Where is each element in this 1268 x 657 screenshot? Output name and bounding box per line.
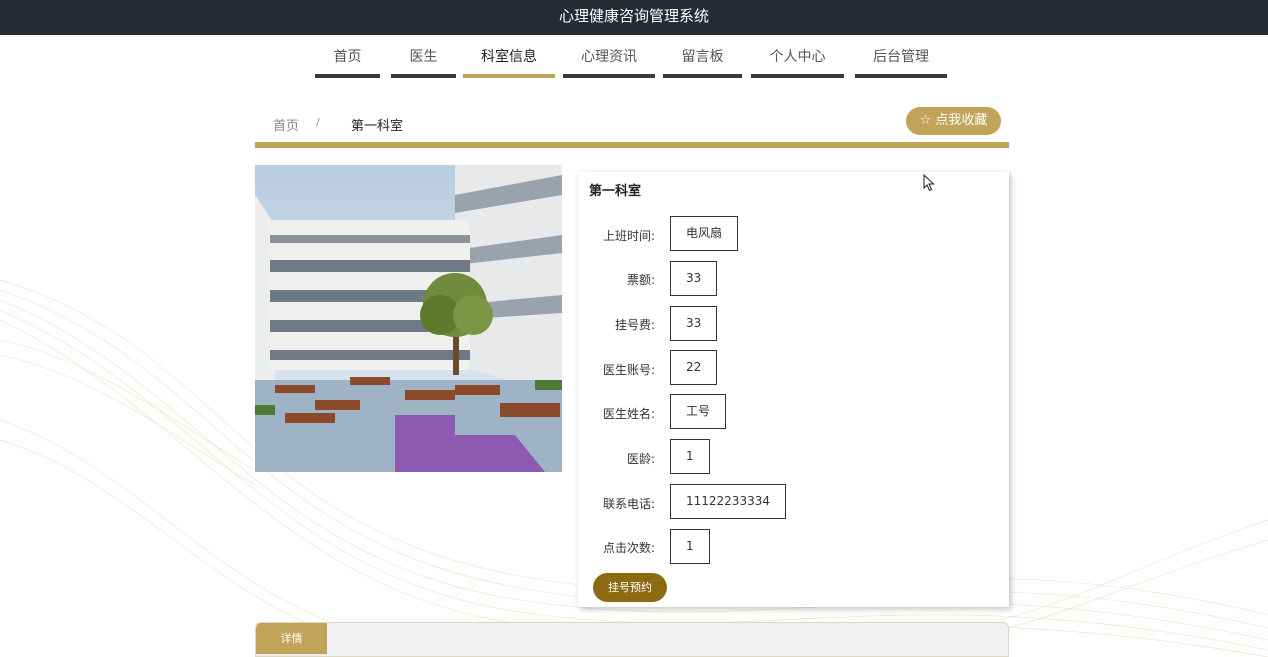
- favorite-button[interactable]: ☆ 点我收藏: [906, 107, 1001, 135]
- field-label-doctor-name: 医生姓名:: [602, 407, 655, 421]
- nav-item-departments[interactable]: 科室信息: [463, 45, 555, 78]
- nav-item-profile[interactable]: 个人中心: [751, 45, 844, 78]
- field-value-doctor-account: 22: [670, 350, 718, 385]
- book-appointment-button[interactable]: 挂号预约: [593, 573, 667, 602]
- main-nav: 首页 医生 科室信息 心理资讯 留言板 个人中心 后台管理: [0, 45, 1268, 79]
- field-label-quota: 票额:: [626, 273, 655, 287]
- field-value-click-count: 1: [670, 529, 710, 564]
- field-value-quota: 33: [670, 261, 718, 296]
- tab-detail[interactable]: 详情: [256, 623, 327, 654]
- app-title: 心理健康咨询管理系统: [558, 7, 709, 25]
- field-value-experience: 1: [670, 439, 710, 474]
- field-label-fee: 挂号费:: [614, 318, 655, 332]
- field-label-experience: 医龄:: [626, 452, 655, 466]
- nav-item-news[interactable]: 心理资讯: [563, 45, 655, 78]
- nav-item-admin[interactable]: 后台管理: [855, 45, 947, 78]
- divider: [255, 142, 1009, 148]
- breadcrumb: 首页 / 第一科室 ☆ 点我收藏: [255, 105, 1009, 145]
- field-label-doctor-account: 医生账号:: [602, 363, 655, 377]
- field-label-work-time: 上班时间:: [602, 229, 655, 243]
- mouse-cursor-icon: [923, 174, 935, 192]
- field-value-phone: 11122233334: [670, 484, 786, 519]
- nav-item-doctors[interactable]: 医生: [391, 45, 456, 78]
- field-label-click-count: 点击次数:: [602, 541, 655, 555]
- nav-item-home[interactable]: 首页: [315, 45, 380, 78]
- breadcrumb-home[interactable]: 首页: [273, 115, 299, 134]
- field-value-fee: 33: [670, 306, 718, 341]
- nav-item-messages[interactable]: 留言板: [663, 45, 742, 78]
- field-value-doctor-name: 工号: [670, 394, 727, 429]
- breadcrumb-current: 第一科室: [351, 119, 404, 134]
- department-photo: [255, 165, 562, 472]
- department-info-card: 第一科室 上班时间: 电风扇 票额: 33 挂号费: 33 医生账号: 22 医…: [578, 172, 1009, 607]
- breadcrumb-separator: /: [316, 116, 320, 129]
- field-label-phone: 联系电话:: [602, 497, 655, 511]
- department-title: 第一科室: [589, 184, 642, 199]
- field-value-work-time: 电风扇: [670, 216, 739, 251]
- app-header: 心理健康咨询管理系统: [0, 0, 1268, 35]
- detail-tabs: 详情: [255, 622, 1009, 657]
